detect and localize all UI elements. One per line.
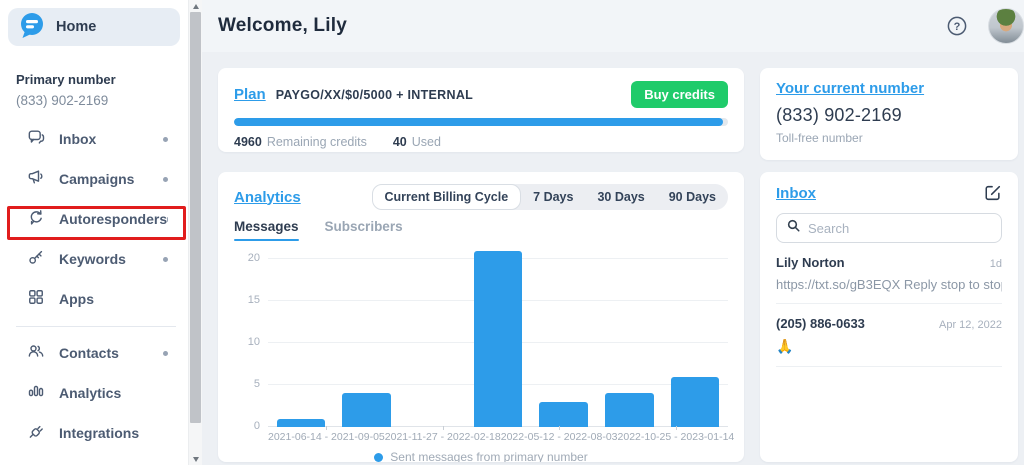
- help-icon[interactable]: ?: [946, 15, 968, 37]
- analytics-card: Analytics Current Billing Cycle 7 Days 3…: [218, 172, 744, 462]
- analytics-tabs: Messages Subscribers: [234, 219, 728, 241]
- chart-plot: [268, 251, 728, 427]
- remaining-credits-value: 4960: [234, 135, 262, 149]
- buy-credits-button[interactable]: Buy credits: [631, 81, 728, 108]
- compose-message-icon[interactable]: [984, 184, 1002, 202]
- range-90-days[interactable]: 90 Days: [657, 186, 728, 208]
- notification-dot: [163, 177, 168, 182]
- sidebar-item-keywords[interactable]: Keywords: [0, 239, 188, 279]
- your-current-number-link[interactable]: Your current number: [776, 80, 924, 97]
- plan-name: PAYGO/XX/$0/5000 + INTERNAL: [276, 88, 473, 102]
- sidebar-item-home[interactable]: Home: [8, 8, 180, 46]
- sidebar-item-label: Keywords: [59, 251, 126, 267]
- conversation-row[interactable]: (205) 886-0633 Apr 12, 2022 🙏: [776, 304, 1002, 367]
- chart-legend: Sent messages from primary number: [234, 450, 728, 462]
- range-current-billing-cycle[interactable]: Current Billing Cycle: [372, 184, 522, 210]
- primary-number-value: (833) 902-2169: [16, 93, 172, 108]
- used-credits-value: 40: [393, 135, 407, 149]
- credits-progress-bar: [234, 118, 728, 126]
- sidebar-item-label: Integrations: [59, 425, 139, 441]
- content-area: Plan PAYGO/XX/$0/5000 + INTERNAL Buy cre…: [202, 52, 1024, 465]
- sidebar-item-apps[interactable]: Apps: [0, 279, 188, 319]
- credits-progress-fill: [234, 118, 723, 126]
- search-input[interactable]: [808, 221, 992, 236]
- current-number-card: Your current number (833) 902-2169 Toll-…: [760, 68, 1018, 160]
- sidebar-item-integrations[interactable]: Integrations: [0, 413, 188, 453]
- scrollbar-thumb[interactable]: [190, 12, 201, 423]
- conversation-preview: 🙏: [776, 338, 1002, 355]
- sidebar-item-campaigns[interactable]: Campaigns: [0, 159, 188, 199]
- app-logo-icon: [18, 11, 46, 44]
- sidebar-item-label: Autoresponders: [59, 211, 167, 227]
- bar-chart-icon: [26, 381, 46, 406]
- inbox-link[interactable]: Inbox: [776, 185, 816, 202]
- primary-number-block: Primary number (833) 902-2169: [16, 72, 172, 108]
- sidebar-item-label: Apps: [59, 291, 94, 307]
- notification-dot: [163, 351, 168, 356]
- main-area: Welcome, Lily ? Plan PAYGO/XX/$0/5000 + …: [202, 0, 1024, 465]
- key-icon: [26, 247, 46, 272]
- messages-bar-chart: 05101520 2021-06-14 - 2021-09-052021-11-…: [234, 251, 728, 462]
- inbox-search: [776, 213, 1002, 243]
- plan-link[interactable]: Plan: [234, 86, 266, 103]
- plan-card: Plan PAYGO/XX/$0/5000 + INTERNAL Buy cre…: [218, 68, 744, 152]
- sidebar-item-contacts[interactable]: Contacts: [0, 333, 188, 373]
- sidebar-nav-primary: Inbox Campaigns: [0, 119, 188, 319]
- right-column: Your current number (833) 902-2169 Toll-…: [760, 68, 1018, 465]
- chat-icon: [26, 127, 46, 152]
- conversation-time: 1d: [990, 258, 1002, 270]
- range-30-days[interactable]: 30 Days: [585, 186, 656, 208]
- sidebar-item-label: Inbox: [59, 131, 96, 147]
- current-number-value: (833) 902-2169: [776, 105, 1002, 126]
- grid-icon: [26, 287, 46, 312]
- current-number-type: Toll-free number: [776, 131, 1002, 145]
- notification-dot: [167, 217, 168, 222]
- inbox-card: Inbox: [760, 172, 1018, 462]
- legend-dot-icon: [374, 453, 383, 462]
- notification-dot: [163, 137, 168, 142]
- svg-text:?: ?: [954, 21, 961, 33]
- conversation-preview: https://txt.so/gB3EQX Reply stop to stop: [776, 277, 1002, 292]
- user-avatar[interactable]: [988, 8, 1024, 44]
- tab-subscribers[interactable]: Subscribers: [325, 219, 403, 241]
- sidebar-item-label: Contacts: [59, 345, 119, 361]
- scrollbar-down-arrow[interactable]: [189, 453, 203, 465]
- chart-yaxis: 05101520: [234, 251, 260, 427]
- conversation-name: Lily Norton: [776, 255, 845, 270]
- sidebar-item-analytics[interactable]: Analytics: [0, 373, 188, 413]
- remaining-credits-label: Remaining credits: [267, 135, 367, 149]
- notification-dot: [163, 257, 168, 262]
- chart-xlabels: 2021-06-14 - 2021-09-052021-11-27 - 2022…: [268, 431, 728, 443]
- autoresponder-icon: [26, 207, 46, 232]
- search-icon: [786, 218, 801, 238]
- top-bar: Welcome, Lily ?: [202, 0, 1024, 52]
- app-window: Home Primary number (833) 902-2169 Inbox: [0, 0, 1024, 465]
- used-credits-label: Used: [412, 135, 441, 149]
- sidebar-divider: [16, 326, 176, 327]
- left-column: Plan PAYGO/XX/$0/5000 + INTERNAL Buy cre…: [218, 68, 744, 465]
- date-range-segmented-control: Current Billing Cycle 7 Days 30 Days 90 …: [372, 184, 728, 210]
- sidebar: Home Primary number (833) 902-2169 Inbox: [0, 0, 188, 465]
- legend-label: Sent messages from primary number: [390, 450, 587, 462]
- vertical-scrollbar[interactable]: [188, 0, 202, 465]
- plug-icon: [26, 421, 46, 446]
- primary-number-label: Primary number: [16, 72, 172, 87]
- conversation-time: Apr 12, 2022: [939, 319, 1002, 331]
- scrollbar-up-arrow[interactable]: [189, 0, 203, 12]
- range-7-days[interactable]: 7 Days: [521, 186, 585, 208]
- sidebar-item-label: Analytics: [59, 385, 121, 401]
- sidebar-nav-secondary: Contacts Analytics: [0, 333, 188, 453]
- conversation-name: (205) 886-0633: [776, 316, 865, 331]
- analytics-link[interactable]: Analytics: [234, 189, 301, 206]
- contacts-icon: [26, 341, 46, 366]
- sidebar-item-label: Campaigns: [59, 171, 134, 187]
- sidebar-item-autoresponders[interactable]: Autoresponders: [0, 199, 188, 239]
- tab-messages[interactable]: Messages: [234, 219, 299, 241]
- chart-bars: [268, 251, 728, 427]
- megaphone-icon: [26, 167, 46, 192]
- sidebar-item-inbox[interactable]: Inbox: [0, 119, 188, 159]
- conversation-row[interactable]: Lily Norton 1d https://txt.so/gB3EQX Rep…: [776, 243, 1002, 304]
- page-title: Welcome, Lily: [218, 15, 347, 37]
- sidebar-home-label: Home: [56, 19, 96, 35]
